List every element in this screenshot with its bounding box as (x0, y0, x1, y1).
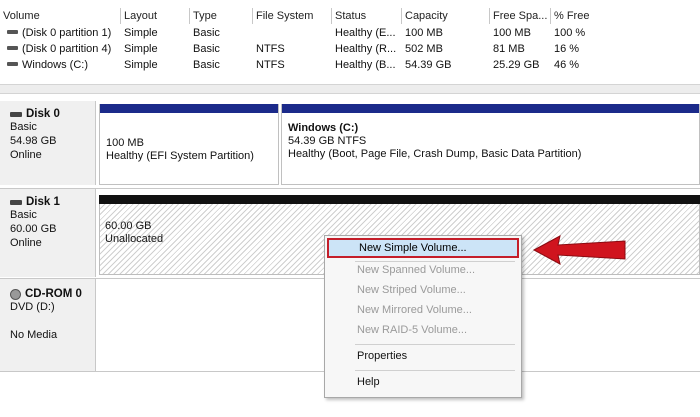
partition-details: 100 MB Healthy (EFI System Partition) (100, 113, 278, 163)
col-header-percent-free[interactable]: % Free (551, 8, 700, 24)
disk-icon (10, 111, 22, 117)
menu-item-help[interactable]: Help (327, 372, 519, 392)
context-menu: New Simple Volume... New Spanned Volume.… (324, 235, 522, 398)
disk-name: CD-ROM 0 (25, 288, 82, 300)
disk-status: Online (10, 149, 42, 161)
partition-bar (100, 104, 278, 113)
status-cell: Healthy (B... (335, 59, 396, 71)
volume-name-cell: Windows (C:) (4, 57, 121, 73)
capacity-cell: 54.39 GB (405, 59, 452, 71)
unallocated-bar (99, 195, 700, 204)
col-header-capacity[interactable]: Capacity (402, 8, 490, 24)
pane-splitter[interactable] (0, 84, 700, 94)
free-space-cell: 81 MB (493, 43, 525, 55)
col-header-layout[interactable]: Layout (121, 8, 190, 24)
disk-1-label[interactable]: Disk 1 Basic 60.00 GB Online (0, 189, 96, 277)
menu-item-new-raid5-volume[interactable]: New RAID-5 Volume... (327, 320, 519, 340)
cd-rom-icon (10, 288, 21, 300)
disk-0-name-row: Disk 0 (10, 108, 95, 120)
col-header-file-system[interactable]: File System (253, 8, 332, 24)
type-cell: Basic (193, 59, 220, 71)
partition-bar (282, 104, 699, 113)
capacity-cell: 100 MB (405, 27, 443, 39)
disk-type: Basic (10, 209, 37, 221)
disk-1-name-row: Disk 1 (10, 196, 95, 208)
volume-name: Windows (C:) (22, 59, 89, 71)
volume-name-cell: (Disk 0 partition 1) (4, 25, 121, 41)
menu-separator (355, 344, 515, 345)
red-arrow-icon (532, 235, 626, 265)
menu-item-properties[interactable]: Properties (327, 346, 519, 366)
disk-0-label[interactable]: Disk 0 Basic 54.98 GB Online (0, 101, 96, 185)
capacity-cell: 502 MB (405, 43, 443, 55)
col-header-status[interactable]: Status (332, 8, 402, 24)
partition-status: Healthy (Boot, Page File, Crash Dump, Ba… (288, 148, 582, 160)
col-header-free-space[interactable]: Free Spa... (490, 8, 551, 24)
menu-item-new-mirrored-volume[interactable]: New Mirrored Volume... (327, 300, 519, 320)
cdrom-status: No Media (10, 329, 58, 341)
cdrom-name-row: CD-ROM 0 (10, 288, 95, 300)
type-cell: Basic (193, 43, 220, 55)
disk-icon (10, 199, 22, 205)
percent-free-cell: 16 % (554, 43, 580, 55)
row-divider (0, 188, 700, 189)
menu-item-new-simple-volume[interactable]: New Simple Volume... (327, 238, 519, 258)
disk-name: Disk 1 (26, 196, 60, 208)
file-system-cell (253, 25, 332, 41)
volume-row[interactable]: (Disk 0 partition 4) Simple Basic NTFS H… (0, 41, 700, 57)
disk-size: 60.00 GB (10, 223, 57, 235)
partition-status: Healthy (EFI System Partition) (106, 150, 254, 162)
col-header-volume[interactable]: Volume (0, 8, 121, 24)
volume-name: (Disk 0 partition 1) (22, 27, 112, 39)
disk-size: 54.98 GB (10, 135, 57, 147)
volume-list-header: Volume Layout Type File System Status Ca… (0, 8, 700, 24)
volume-row[interactable]: (Disk 0 partition 1) Simple Basic Health… (0, 25, 700, 41)
free-space-cell: 25.29 GB (493, 59, 540, 71)
cdrom-0-label[interactable]: CD-ROM 0 DVD (D:) No Media (0, 279, 96, 371)
cdrom-drive: DVD (D:) (10, 301, 55, 313)
partition-details: Windows (C:) 54.39 GB NTFS Healthy (Boot… (282, 113, 699, 161)
disk-type: Basic (10, 121, 37, 133)
volume-name: (Disk 0 partition 4) (22, 43, 112, 55)
partition-title: Windows (C:) (288, 122, 359, 134)
status-cell: Healthy (R... (335, 43, 397, 55)
menu-separator (355, 370, 515, 371)
menu-item-new-spanned-volume[interactable]: New Spanned Volume... (327, 260, 519, 280)
drive-icon (7, 46, 18, 51)
volume-name-cell: (Disk 0 partition 4) (4, 41, 121, 57)
disk-status: Online (10, 237, 42, 249)
unallocated-size: 60.00 GB (105, 220, 152, 232)
free-space-cell: 100 MB (493, 27, 531, 39)
type-cell: Basic (193, 27, 220, 39)
file-system-cell: NTFS (256, 43, 285, 55)
partition-size: 100 MB (106, 137, 144, 149)
volume-row[interactable]: Windows (C:) Simple Basic NTFS Healthy (… (0, 57, 700, 73)
drive-icon (7, 62, 18, 67)
layout-cell: Simple (124, 59, 158, 71)
layout-cell: Simple (124, 27, 158, 39)
layout-cell: Simple (124, 43, 158, 55)
windows-c-partition[interactable]: Windows (C:) 54.39 GB NTFS Healthy (Boot… (281, 104, 700, 185)
status-cell: Healthy (E... (335, 27, 396, 39)
percent-free-cell: 100 % (554, 27, 586, 39)
drive-icon (7, 30, 18, 35)
file-system-cell: NTFS (256, 59, 285, 71)
efi-partition[interactable]: 100 MB Healthy (EFI System Partition) (99, 104, 279, 185)
disk-name: Disk 0 (26, 108, 60, 120)
menu-item-new-striped-volume[interactable]: New Striped Volume... (327, 280, 519, 300)
percent-free-cell: 46 % (554, 59, 580, 71)
volume-list: Volume Layout Type File System Status Ca… (0, 0, 700, 78)
partition-size: 54.39 GB NTFS (288, 135, 367, 147)
col-header-type[interactable]: Type (190, 8, 253, 24)
